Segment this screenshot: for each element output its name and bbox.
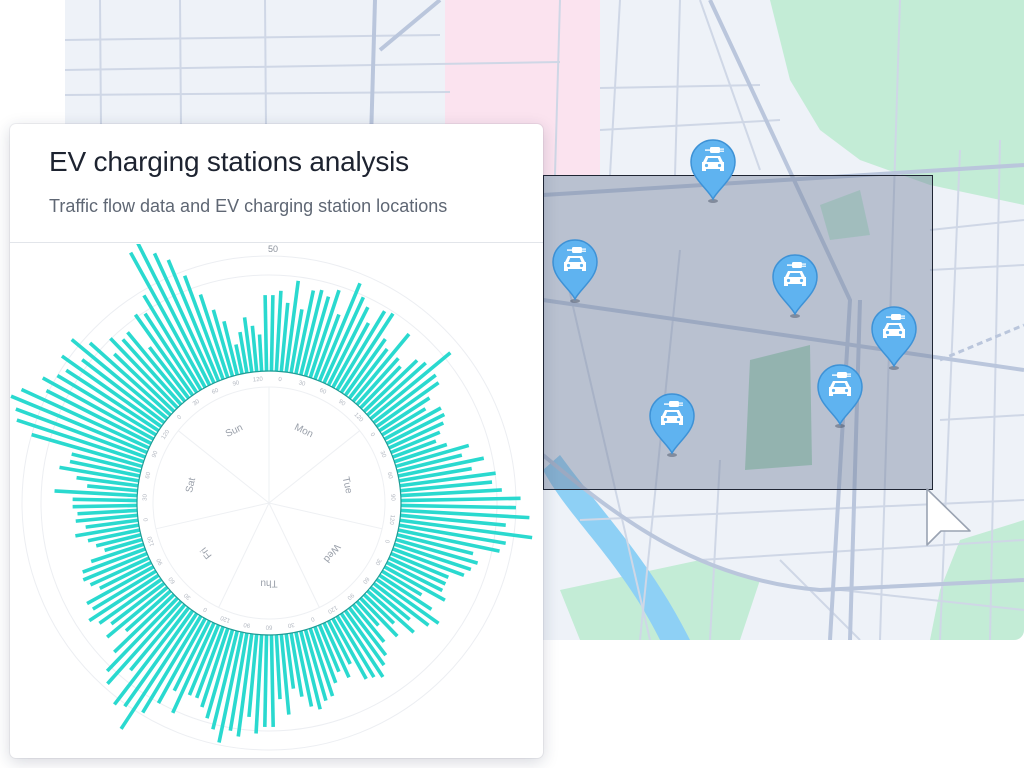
bar-sun-hour (263, 295, 269, 372)
day-label-thu: Thu (260, 577, 277, 588)
bar-sat-hour (87, 484, 138, 493)
charging-station-pin-5[interactable] (816, 363, 864, 429)
bar-sat-hour (72, 503, 138, 509)
bar-sat-hour (77, 508, 138, 516)
ev-charging-car-icon (552, 239, 598, 303)
hour-tick-label: 90 (389, 494, 395, 502)
radial-traffic-chart: Mon Tue Wed Thu Fri Sat Sun 0 30 60 90 120 0 30 60 90 12… (10, 244, 543, 758)
bar-tue-hour (400, 503, 516, 510)
charging-station-pin-4[interactable] (870, 305, 918, 371)
analysis-card: EV charging stations analysis Traffic fl… (10, 124, 543, 758)
card-subtitle: Traffic flow data and EV charging statio… (49, 196, 448, 216)
pointer-cursor-icon (926, 488, 971, 546)
ev-charging-car-icon (690, 139, 736, 203)
bar-thu-hour (269, 634, 275, 727)
charging-station-pin-1[interactable] (689, 138, 737, 204)
bar-thu-hour (263, 634, 269, 727)
hour-tick-label: 120 (253, 377, 264, 384)
hour-tick-label: 30 (143, 493, 149, 501)
ev-charging-car-icon (817, 364, 863, 428)
bar-tue-hour (400, 496, 521, 503)
ev-charging-car-icon (871, 306, 917, 370)
bar-sun-hour (257, 334, 264, 372)
bar-mon-hour (274, 290, 283, 372)
ev-charging-car-icon (649, 393, 695, 457)
card-title: EV charging stations analysis (49, 146, 409, 177)
charging-station-pin-6[interactable] (648, 392, 696, 458)
charging-station-pin-2[interactable] (551, 238, 599, 304)
ev-charging-car-icon (772, 254, 818, 318)
bar-sat-hour (72, 497, 138, 503)
scale-label-50: 50 (268, 244, 278, 254)
bar-thu-hour (274, 634, 282, 700)
hour-tick-label: 60 (265, 623, 272, 629)
bar-mon-hour (269, 295, 275, 372)
bar-sun-hour (250, 325, 259, 372)
card-divider (10, 242, 543, 243)
bar-sat-hour (54, 489, 138, 498)
charging-station-pin-3[interactable] (771, 253, 819, 319)
